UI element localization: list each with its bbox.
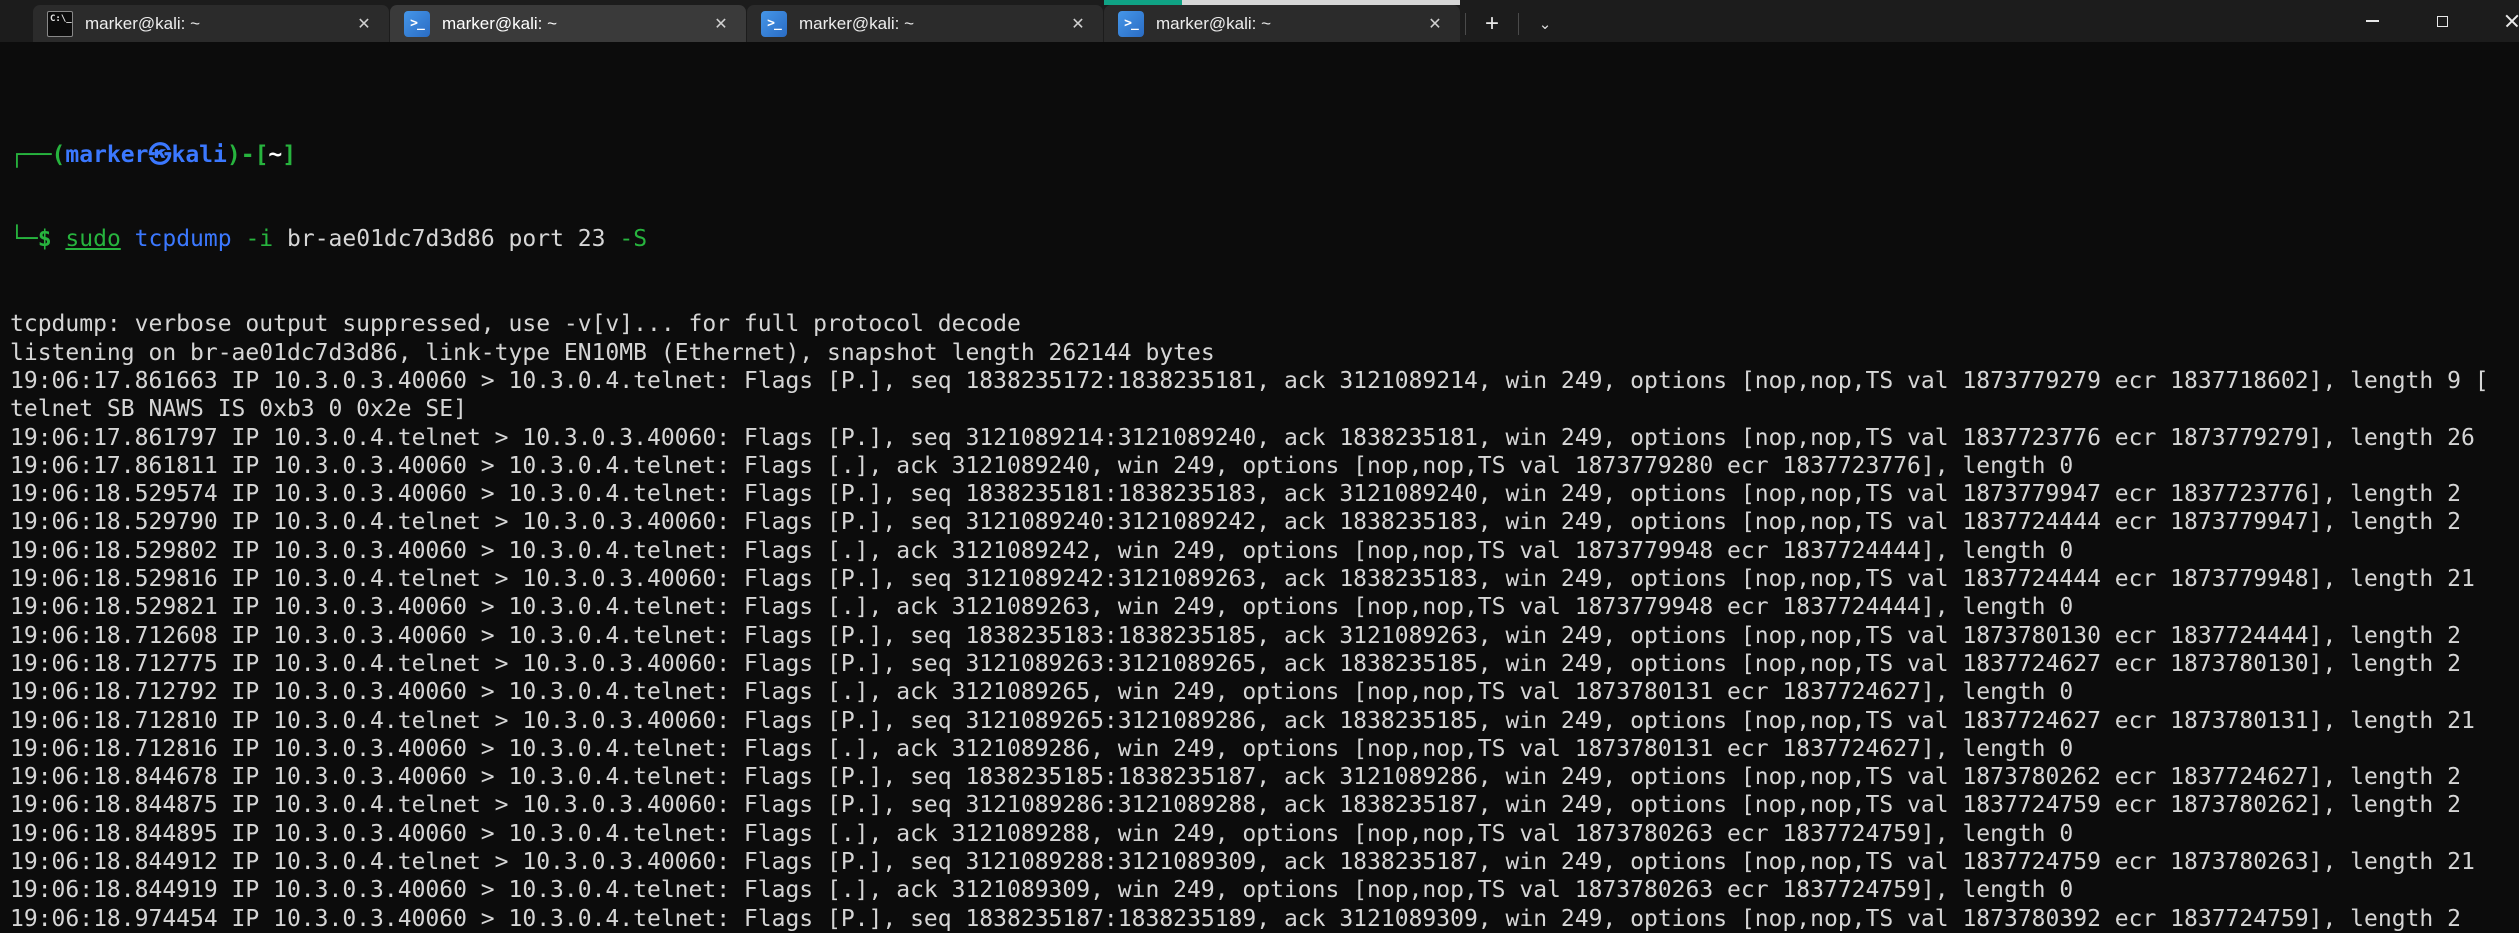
- tab-close-icon[interactable]: ✕: [349, 9, 379, 39]
- tab-close-icon[interactable]: ✕: [706, 9, 736, 39]
- terminal-output-line: 19:06:18.844895 IP 10.3.0.3.40060 > 10.3…: [10, 820, 2519, 848]
- prompt-token: ~: [268, 142, 282, 168]
- terminal-tab[interactable]: >_ marker@kali: ~ ✕: [747, 5, 1103, 42]
- restore-icon: [2437, 16, 2448, 27]
- terminal-output-line: 19:06:18.712792 IP 10.3.0.3.40060 > 10.3…: [10, 678, 2519, 706]
- prompt-token: marker㉿kali: [65, 142, 226, 168]
- terminal-output-line: telnet SB NAWS IS 0xb3 0 0x2e SE]: [10, 395, 2519, 423]
- tab-bar-actions: + ⌄: [1461, 5, 1567, 42]
- titlebar: C:\_ marker@kali: ~ ✕ >_ marker@kali: ~ …: [0, 0, 2519, 42]
- tab-progress-indicator-right: [1182, 0, 1460, 5]
- terminal-output-line: tcpdump: verbose output suppressed, use …: [10, 310, 2519, 338]
- tab-close-icon[interactable]: ✕: [1420, 9, 1450, 39]
- tab-title: marker@kali: ~: [85, 14, 349, 34]
- prompt-token: [121, 226, 135, 252]
- prompt-token: └─: [10, 226, 38, 252]
- terminal-tab[interactable]: >_ marker@kali: ~ ✕: [1104, 5, 1460, 42]
- terminal-output-line: 19:06:18.712810 IP 10.3.0.4.telnet > 10.…: [10, 707, 2519, 735]
- terminal-output-line: 19:06:18.529802 IP 10.3.0.3.40060 > 10.3…: [10, 537, 2519, 565]
- terminal-screen[interactable]: ┌──(marker㉿kali)-[~] └─$ sudo tcpdump -i…: [0, 42, 2519, 933]
- terminal-output-line: 19:06:18.712775 IP 10.3.0.4.telnet > 10.…: [10, 650, 2519, 678]
- prompt-token: [232, 226, 246, 252]
- prompt-token: br-ae01dc7d3d86 port 23: [273, 226, 619, 252]
- terminal-output: tcpdump: verbose output suppressed, use …: [10, 310, 2519, 933]
- terminal-output-line: 19:06:18.974454 IP 10.3.0.3.40060 > 10.3…: [10, 905, 2519, 933]
- tab-bar-tabs: C:\_ marker@kali: ~ ✕ >_ marker@kali: ~ …: [33, 0, 1461, 42]
- powershell-icon: >_: [761, 11, 787, 37]
- prompt-token: sudo: [65, 226, 120, 252]
- minimize-button[interactable]: [2337, 0, 2407, 42]
- tab-dropdown-chevron-icon[interactable]: ⌄: [1523, 7, 1567, 41]
- prompt-token: -i: [245, 226, 273, 252]
- prompt-token: ]: [282, 142, 296, 168]
- prompt-token: tcpdump: [135, 226, 232, 252]
- tab-close-icon[interactable]: ✕: [1063, 9, 1093, 39]
- terminal-output-line: 19:06:18.712608 IP 10.3.0.3.40060 > 10.3…: [10, 622, 2519, 650]
- prompt-line-2: └─$ sudo tcpdump -i br-ae01dc7d3d86 port…: [10, 225, 2519, 253]
- prompt-token: -S: [619, 226, 647, 252]
- terminal-output-line: 19:06:18.529790 IP 10.3.0.4.telnet > 10.…: [10, 508, 2519, 536]
- prompt-token: )-[: [227, 142, 269, 168]
- separator: [1465, 13, 1466, 35]
- tab-progress-indicator-left: [1104, 0, 1182, 5]
- tab-title: marker@kali: ~: [442, 14, 706, 34]
- new-tab-button[interactable]: +: [1470, 7, 1514, 41]
- terminal-tab[interactable]: >_ marker@kali: ~ ✕: [390, 5, 746, 42]
- terminal-output-line: listening on br-ae01dc7d3d86, link-type …: [10, 339, 2519, 367]
- close-icon: [2504, 13, 2519, 29]
- minimize-icon: [2366, 20, 2379, 22]
- tab-title: marker@kali: ~: [1156, 14, 1420, 34]
- terminal-output-line: 19:06:17.861797 IP 10.3.0.4.telnet > 10.…: [10, 424, 2519, 452]
- terminal-output-line: 19:06:18.844678 IP 10.3.0.3.40060 > 10.3…: [10, 763, 2519, 791]
- terminal-output-line: 19:06:18.844875 IP 10.3.0.4.telnet > 10.…: [10, 791, 2519, 819]
- window-controls: [2337, 0, 2519, 42]
- cmd-icon: C:\_: [47, 11, 73, 37]
- prompt-token: ┌──(: [10, 142, 65, 168]
- terminal-output-line: 19:06:18.844919 IP 10.3.0.3.40060 > 10.3…: [10, 876, 2519, 904]
- terminal-output-line: 19:06:18.529821 IP 10.3.0.3.40060 > 10.3…: [10, 593, 2519, 621]
- terminal-output-line: 19:06:18.844912 IP 10.3.0.4.telnet > 10.…: [10, 848, 2519, 876]
- powershell-icon: >_: [1118, 11, 1144, 37]
- titlebar-drag-area: [0, 0, 33, 42]
- terminal-tab[interactable]: C:\_ marker@kali: ~ ✕: [33, 5, 389, 42]
- separator: [1518, 13, 1519, 35]
- restore-button[interactable]: [2407, 0, 2477, 42]
- prompt-line-1: ┌──(marker㉿kali)-[~]: [10, 141, 2519, 169]
- tab-progress-indicator: [1104, 0, 1460, 5]
- terminal-output-line: 19:06:17.861811 IP 10.3.0.3.40060 > 10.3…: [10, 452, 2519, 480]
- terminal-output-line: 19:06:17.861663 IP 10.3.0.3.40060 > 10.3…: [10, 367, 2519, 395]
- terminal-output-line: 19:06:18.712816 IP 10.3.0.3.40060 > 10.3…: [10, 735, 2519, 763]
- tab-title: marker@kali: ~: [799, 14, 1063, 34]
- prompt-token: $: [38, 226, 66, 252]
- terminal-output-line: 19:06:18.529574 IP 10.3.0.3.40060 > 10.3…: [10, 480, 2519, 508]
- close-button[interactable]: [2477, 0, 2519, 42]
- powershell-icon: >_: [404, 11, 430, 37]
- terminal-output-line: 19:06:18.529816 IP 10.3.0.4.telnet > 10.…: [10, 565, 2519, 593]
